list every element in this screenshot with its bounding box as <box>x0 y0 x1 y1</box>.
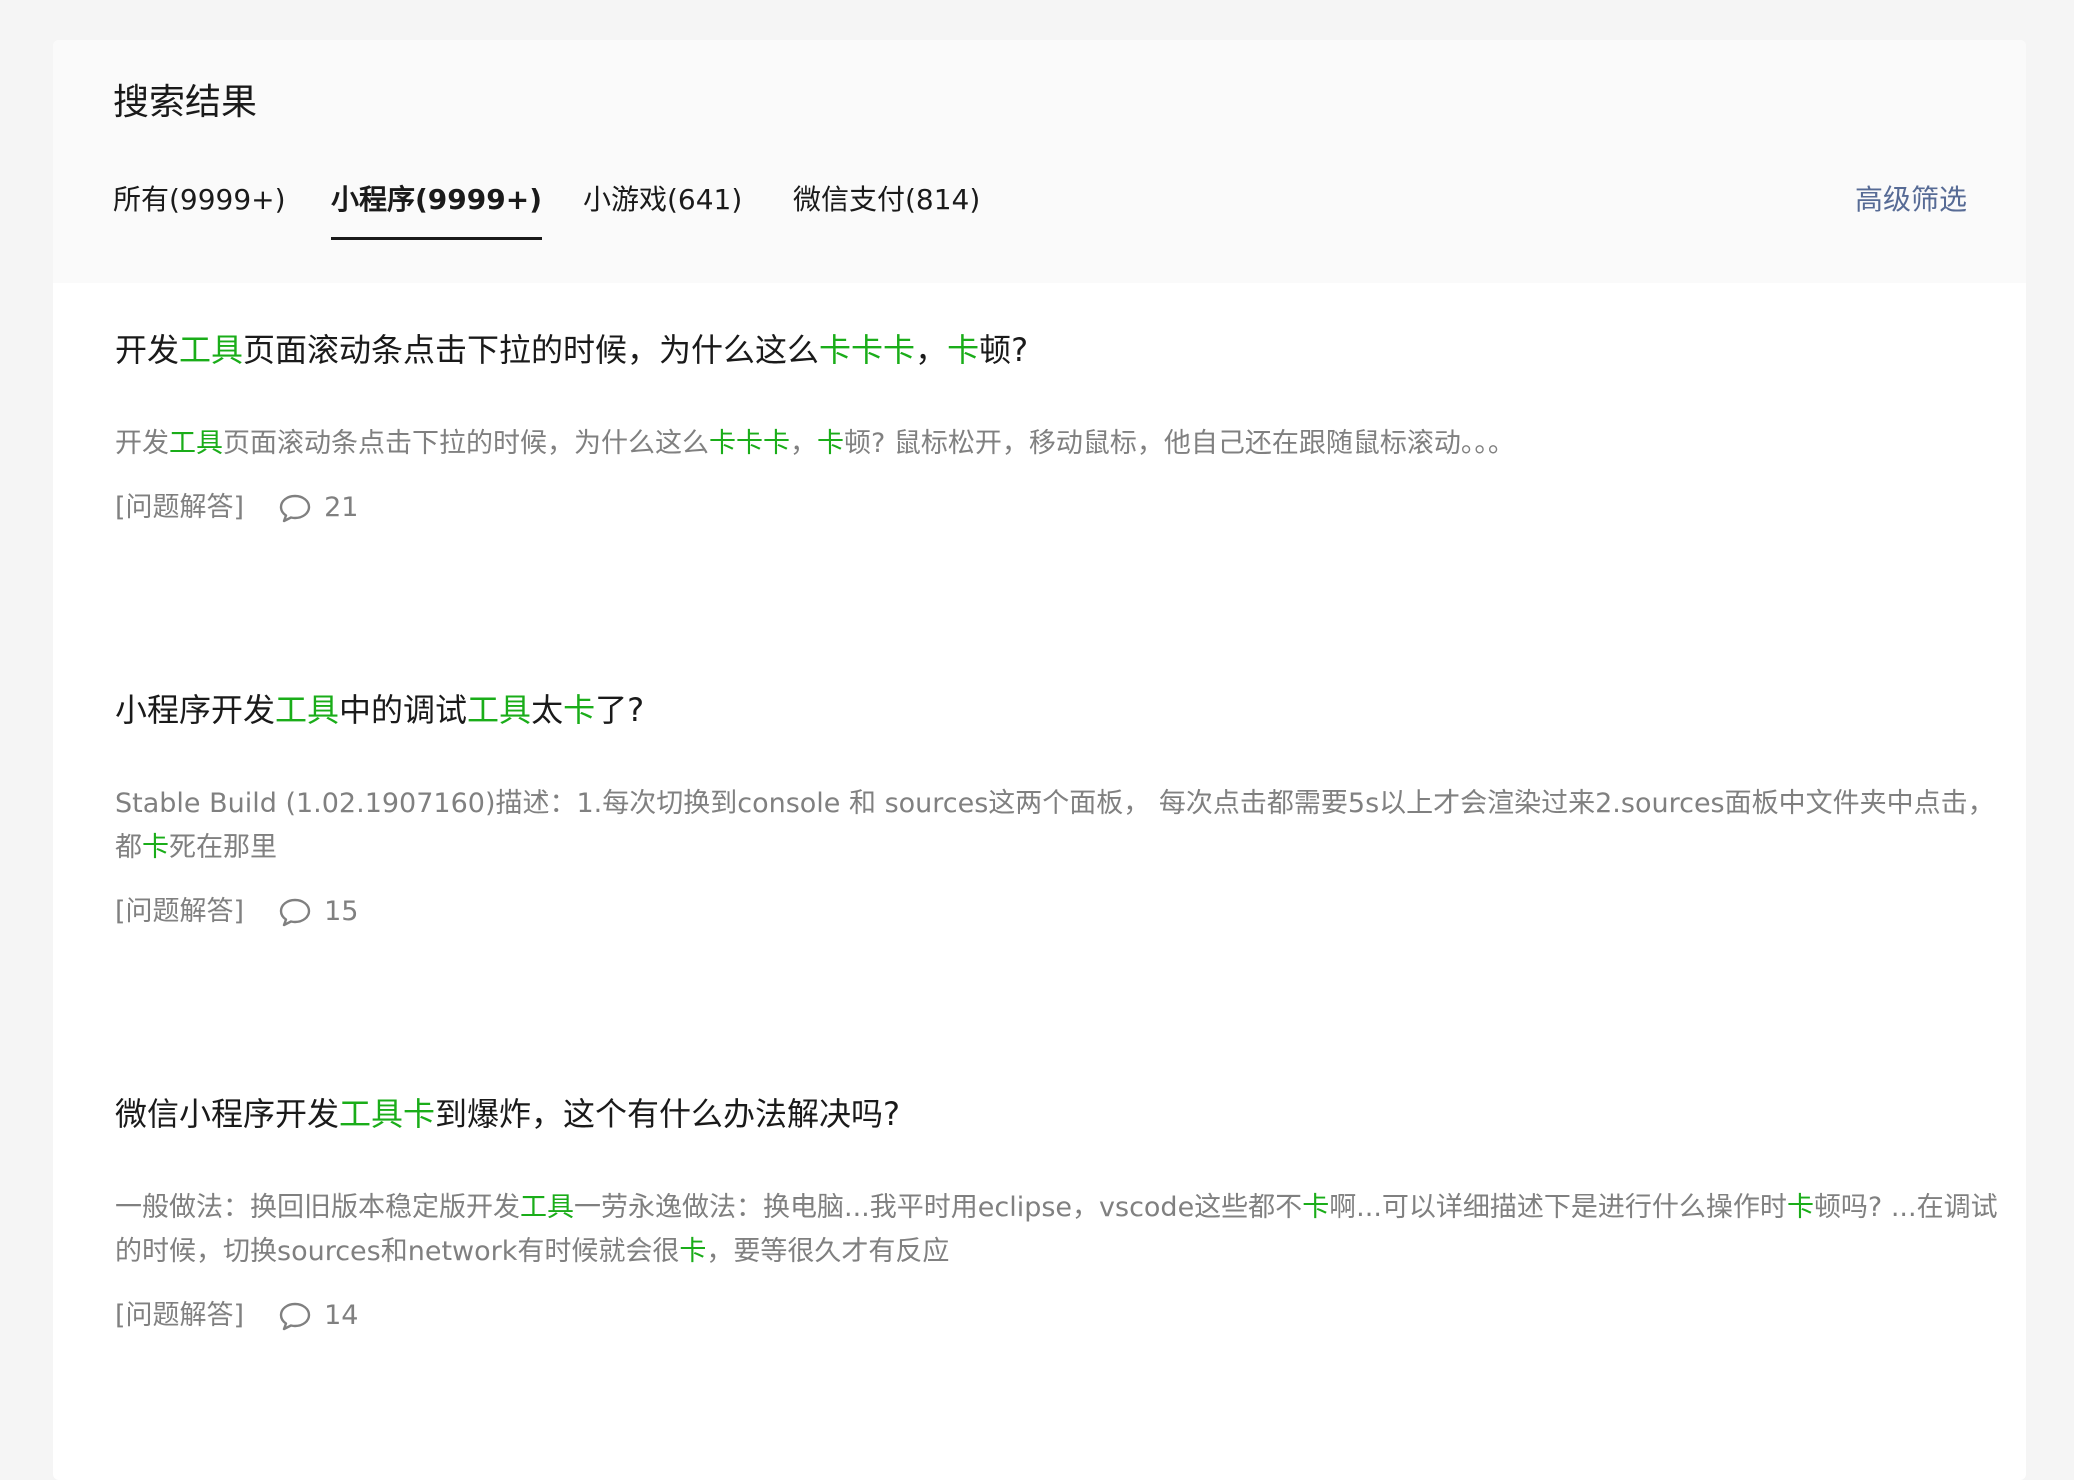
result-item: 微信小程序开发工具卡到爆炸，这个有什么办法解决吗? 一般做法：换回旧版本稳定版开… <box>115 1092 2015 1336</box>
text-segment: 一劳永逸做法：换电脑...我平时用eclipse，vscode这些都不 <box>574 1192 1303 1223</box>
comment-count: 14 <box>324 1300 359 1331</box>
text-segment: 开发 <box>115 331 180 369</box>
text-segment: 小程序开发 <box>115 691 276 729</box>
result-category: [问题解答] <box>115 896 245 927</box>
tab-wechat-pay-label: 微信支付(814) <box>793 183 981 216</box>
highlighted-keyword: 卡 <box>947 331 980 369</box>
tab-all[interactable]: 所有(9999+) <box>113 180 286 240</box>
text-segment: 顿? <box>979 331 1029 369</box>
advanced-filter-link[interactable]: 高级筛选 <box>1855 180 1967 220</box>
result-meta: [问题解答] 14 <box>115 1296 2015 1336</box>
result-title[interactable]: 开发工具页面滚动条点击下拉的时候，为什么这么卡卡卡，卡顿? <box>115 328 2015 372</box>
highlighted-keyword: 工具 <box>520 1192 574 1223</box>
text-segment: ，要等很久才有反应 <box>706 1236 950 1267</box>
highlighted-keyword: 卡 <box>679 1236 707 1267</box>
highlighted-keyword: 卡卡卡 <box>709 428 790 459</box>
comment-count: 15 <box>324 896 359 927</box>
highlighted-keyword: 工具 <box>169 428 223 459</box>
highlighted-keyword: 工具 <box>179 331 244 369</box>
text-segment: 开发 <box>115 428 169 459</box>
text-segment: 一般做法：换回旧版本稳定版开发 <box>115 1192 520 1223</box>
highlighted-keyword: 卡 <box>1302 1192 1330 1223</box>
result-category: [问题解答] <box>115 1300 245 1331</box>
tab-mini-program-label: 小程序(9999+) <box>331 183 542 216</box>
search-results-card: 搜索结果 所有(9999+) 小程序(9999+) 小游戏(641) 微信支付(… <box>53 40 2026 1480</box>
result-desc: 开发工具页面滚动条点击下拉的时候，为什么这么卡卡卡，卡顿? 鼠标松开，移动鼠标，… <box>115 422 2015 466</box>
highlighted-keyword: 工具 <box>467 691 532 729</box>
highlighted-keyword: 卡 <box>563 691 596 729</box>
highlighted-keyword: 卡 <box>142 832 169 863</box>
comment-icon <box>279 494 311 523</box>
tab-all-label: 所有(9999+) <box>113 183 286 216</box>
text-segment: 顿? 鼠标松开，移动鼠标，他自己还在跟随鼠标滚动。。。 <box>844 428 1515 459</box>
text-segment: Stable Build (1.02.1907160)描述：1.每次切换到con… <box>115 788 1995 863</box>
result-meta: [问题解答] 15 <box>115 892 2015 932</box>
text-segment: ， <box>790 428 817 459</box>
result-title[interactable]: 微信小程序开发工具卡到爆炸，这个有什么办法解决吗? <box>115 1092 2015 1136</box>
active-tab-indicator <box>331 237 542 240</box>
text-segment: 了? <box>595 691 645 729</box>
text-segment: 页面滚动条点击下拉的时候，为什么这么 <box>223 428 709 459</box>
highlighted-keyword: 卡卡卡 <box>819 331 916 369</box>
comment-icon <box>279 898 311 927</box>
text-segment: 页面滚动条点击下拉的时候，为什么这么 <box>243 331 820 369</box>
result-meta: [问题解答] 21 <box>115 488 2015 528</box>
search-header: 搜索结果 所有(9999+) 小程序(9999+) 小游戏(641) 微信支付(… <box>53 40 2026 283</box>
text-segment: 到爆炸，这个有什么办法解决吗? <box>435 1095 901 1133</box>
result-desc: Stable Build (1.02.1907160)描述：1.每次切换到con… <box>115 782 2015 870</box>
comment-icon <box>279 1302 311 1331</box>
page-title: 搜索结果 <box>113 82 258 123</box>
result-title[interactable]: 小程序开发工具中的调试工具太卡了? <box>115 688 2015 732</box>
text-segment: ， <box>915 331 948 369</box>
highlighted-keyword: 卡 <box>1786 1192 1814 1223</box>
result-category: [问题解答] <box>115 492 245 523</box>
highlighted-keyword: 工具卡 <box>339 1095 436 1133</box>
tab-mini-game-label: 小游戏(641) <box>583 183 743 216</box>
result-desc: 一般做法：换回旧版本稳定版开发工具一劳永逸做法：换电脑...我平时用eclips… <box>115 1186 2015 1274</box>
result-item: 小程序开发工具中的调试工具太卡了? Stable Build (1.02.190… <box>115 688 2015 932</box>
highlighted-keyword: 工具 <box>275 691 340 729</box>
result-item: 开发工具页面滚动条点击下拉的时候，为什么这么卡卡卡，卡顿? 开发工具页面滚动条点… <box>115 328 2015 528</box>
tab-mini-game[interactable]: 小游戏(641) <box>583 180 742 240</box>
comment-count: 21 <box>324 492 359 523</box>
text-segment: 中的调试 <box>339 691 468 729</box>
highlighted-keyword: 卡 <box>817 428 844 459</box>
text-segment: 微信小程序开发 <box>115 1095 340 1133</box>
text-segment: 太 <box>531 691 564 729</box>
text-segment: 啊...可以详细描述下是进行什么操作时 <box>1329 1192 1787 1223</box>
tab-wechat-pay[interactable]: 微信支付(814) <box>793 180 980 240</box>
tab-mini-program[interactable]: 小程序(9999+) <box>331 180 542 240</box>
text-segment: 死在那里 <box>169 832 277 863</box>
